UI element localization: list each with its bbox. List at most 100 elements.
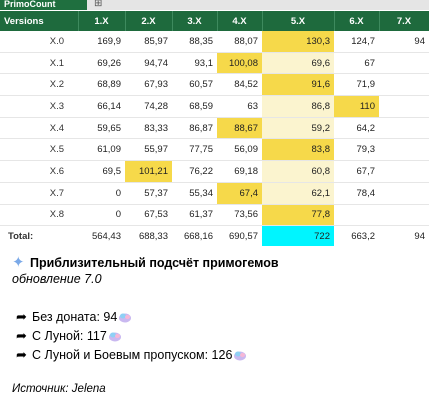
- table-row: X.5 61,09 55,97 77,75 56,09 83,8 79,3: [0, 138, 429, 162]
- table-cell: 85,97: [125, 31, 172, 53]
- message-title: Приблизительный подсчёт примогемов: [30, 256, 279, 270]
- table-cell: 77,75: [172, 138, 217, 162]
- table-row: X.2 68,89 67,93 60,57 84,52 91,6 71,9: [0, 73, 429, 97]
- highlighted-total-cell: 722: [262, 225, 334, 246]
- highlighted-cell: 100,08: [217, 52, 262, 75]
- table-cell: 57,37: [125, 182, 172, 205]
- row-label: X.0: [0, 31, 78, 53]
- highlighted-cell: 83,8: [262, 138, 334, 162]
- highlighted-cell: 88,67: [217, 117, 262, 140]
- highlighted-cell: 110: [334, 95, 379, 118]
- table-cell: 66,14: [78, 95, 125, 118]
- table-cell: 169,9: [78, 31, 125, 53]
- table-cell: 124,7: [334, 31, 379, 53]
- table-cell: 79,3: [334, 138, 379, 162]
- header-versions: Versions: [0, 11, 79, 31]
- row-label: X.4: [0, 117, 78, 140]
- sheet-tab-primocount[interactable]: PrimoCount: [0, 0, 87, 10]
- highlighted-cell: 77,8: [262, 204, 334, 227]
- highlighted-cell: 130,3: [262, 31, 334, 53]
- total-label: Total:: [0, 225, 78, 246]
- primogem-icon: [119, 313, 132, 323]
- table-cell: 94: [379, 31, 429, 53]
- row-label: X.5: [0, 138, 78, 162]
- table-row: X.7 0 57,37 55,34 67,4 62,1 78,4: [0, 182, 429, 205]
- header-6x: 6.X: [334, 11, 380, 31]
- spreadsheet-screenshot: PrimoCount ⊞ Versions 1.X 2.X 3.X 4.X 5.…: [0, 0, 429, 246]
- primogem-icon: [234, 351, 247, 361]
- table-cell: 62,1: [262, 182, 334, 205]
- table-cell: [379, 182, 429, 205]
- table-cell: 55,34: [172, 182, 217, 205]
- table-cell: 55,97: [125, 138, 172, 162]
- list-item-label: Без доната: 94: [32, 310, 118, 324]
- share-arrow-icon: ➦: [16, 328, 27, 343]
- table-cell: 60,57: [172, 73, 217, 97]
- sparkle-icon: ✦: [12, 254, 25, 271]
- table-cell: 59,65: [78, 117, 125, 140]
- table-cell: 88,07: [217, 31, 262, 53]
- table-cell: 71,9: [334, 73, 379, 97]
- table-cell: 78,4: [334, 182, 379, 205]
- header-3x: 3.X: [172, 11, 218, 31]
- table-cell: 86,87: [172, 117, 217, 140]
- total-cell: 690,57: [217, 225, 262, 246]
- table-row: X.1 69,26 94,74 93,1 100,08 69,6 67: [0, 52, 429, 75]
- header-2x: 2.X: [125, 11, 173, 31]
- table-cell: 76,22: [172, 160, 217, 183]
- message-source: Источник: Jelena: [12, 383, 106, 395]
- table-cell: 93,1: [172, 52, 217, 75]
- list-item-label: С Луной и Боевым пропуском: 126: [32, 348, 233, 362]
- table-cell: 88,35: [172, 31, 217, 53]
- total-cell: 94: [379, 225, 429, 246]
- total-cell: 663,2: [334, 225, 379, 246]
- list-item: ➦ Без доната: 94: [16, 309, 132, 325]
- table-cell: 74,28: [125, 95, 172, 118]
- share-arrow-icon: ➦: [16, 309, 27, 324]
- table-cell: 56,09: [217, 138, 262, 162]
- table-cell: 67,93: [125, 73, 172, 97]
- row-label: X.1: [0, 52, 78, 75]
- table-row: X.3 66,14 74,28 68,59 63 86,8 110: [0, 95, 429, 118]
- highlighted-cell: 91,6: [262, 73, 334, 97]
- primogem-icon: [108, 332, 121, 342]
- row-label: X.6: [0, 160, 78, 183]
- grid-icon[interactable]: ⊞: [94, 0, 108, 10]
- table-cell: 64,2: [334, 117, 379, 140]
- table-row: X.0 169,9 85,97 88,35 88,07 130,3 124,7 …: [0, 31, 429, 53]
- header-7x: 7.X: [379, 11, 429, 31]
- table-cell: 73,56: [217, 204, 262, 227]
- table-row: X.6 69,5 101,21 76,22 69,18 60,8 67,7: [0, 160, 429, 183]
- message-title-line: ✦ Приблизительный подсчёт примогемов: [12, 255, 279, 271]
- header-4x: 4.X: [217, 11, 263, 31]
- primogem-table: Versions 1.X 2.X 3.X 4.X 5.X 6.X 7.X X.0…: [0, 11, 429, 246]
- table-cell: 67,7: [334, 160, 379, 183]
- table-cell: 83,33: [125, 117, 172, 140]
- table-cell: 59,2: [262, 117, 334, 140]
- table-cell: 69,18: [217, 160, 262, 183]
- row-label: X.7: [0, 182, 78, 205]
- highlighted-cell: 67,4: [217, 182, 262, 205]
- total-row: Total: 564,43 688,33 668,16 690,57 722 6…: [0, 225, 429, 246]
- table-cell: 0: [78, 182, 125, 205]
- table-cell: 86,8: [262, 95, 334, 118]
- list-item: ➦ С Луной: 117: [16, 328, 122, 344]
- row-label: X.3: [0, 95, 78, 118]
- table-cell: 84,52: [217, 73, 262, 97]
- table-row: X.4 59,65 83,33 86,87 88,67 59,2 64,2: [0, 117, 429, 140]
- list-item-label: С Луной: 117: [32, 329, 107, 343]
- table-cell: 69,6: [262, 52, 334, 75]
- table-cell: 0: [78, 204, 125, 227]
- table-cell: 69,5: [78, 160, 125, 183]
- table-row: X.8 0 67,53 61,37 73,56 77,8: [0, 204, 429, 227]
- table-cell: [379, 52, 429, 75]
- row-label: X.2: [0, 73, 78, 97]
- table-cell: [379, 73, 429, 97]
- table-cell: [379, 160, 429, 183]
- table-cell: 67: [334, 52, 379, 75]
- row-label: X.8: [0, 204, 78, 227]
- table-cell: [379, 95, 429, 118]
- table-cell: [379, 138, 429, 162]
- header-5x: 5.X: [262, 11, 335, 31]
- share-arrow-icon: ➦: [16, 347, 27, 362]
